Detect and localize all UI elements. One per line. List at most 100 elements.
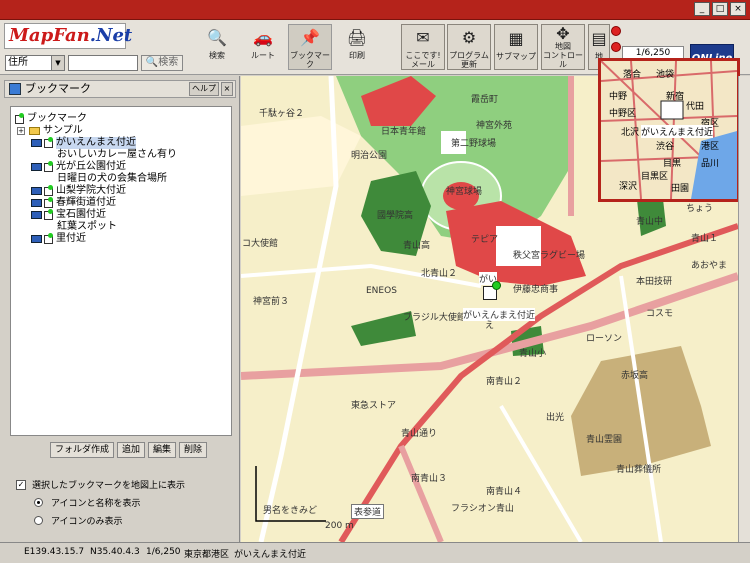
minimap-label: 落合 xyxy=(623,70,642,80)
map-label: 伊藤忠商事 xyxy=(513,285,559,295)
tree-item[interactable]: 山梨学院大付近 xyxy=(15,184,227,197)
map-label: 青山中 xyxy=(636,217,664,227)
book-icon xyxy=(31,163,42,171)
map-label: 赤坂高 xyxy=(621,371,649,381)
minimap-label: 北沢 xyxy=(621,128,640,138)
search-type-select[interactable]: 住所 ▼ xyxy=(5,55,65,71)
flag-icon xyxy=(44,184,53,196)
minimap-label: 目黒区 xyxy=(641,172,669,182)
minimap-label: 目黒 xyxy=(663,159,682,169)
radio-icon[interactable] xyxy=(34,516,43,525)
map-label: 出光 xyxy=(546,413,565,423)
map-label: ちょう xyxy=(686,204,714,214)
toolbar-bookmark-button[interactable]: 📌 ブックマーク xyxy=(288,24,332,70)
map-label: 青山通り xyxy=(401,429,438,439)
tree-folder-sample[interactable]: + サンプル xyxy=(15,125,227,137)
map-label: 青山１ xyxy=(691,234,719,244)
toolbar-mail-button[interactable]: ✉ ここです! メール xyxy=(401,24,445,70)
zoom-out-dot-icon[interactable] xyxy=(611,42,621,52)
flag-icon xyxy=(44,232,53,244)
block-area xyxy=(241,116,361,196)
status-longitude: E139.43.15.7 xyxy=(24,547,85,557)
tree-item[interactable]: がいえんまえ付近 xyxy=(15,136,227,149)
map-label: 本田技研 xyxy=(636,277,673,287)
minimize-button[interactable]: _ xyxy=(694,2,710,16)
overview-minimap[interactable]: 落合 池袋 中野 新宿 中野区 代田 渋谷 北沢 目黒区 深沢 品川 目黒 田園… xyxy=(598,58,740,202)
map-label: テピア xyxy=(471,235,499,245)
toolbar-update-button[interactable]: ⚙ プログラム 更新 xyxy=(447,24,491,70)
road xyxy=(398,444,444,542)
map-label: 青山葬儀所 xyxy=(616,465,662,475)
minimap-label: 新宿 xyxy=(666,92,685,102)
map-label: 東急ストア xyxy=(351,401,397,411)
checkbox-icon[interactable]: ✓ xyxy=(16,479,26,490)
toolbar-print-button[interactable]: 🖨 印刷 xyxy=(340,24,374,70)
edit-bookmark-button[interactable]: 編集 xyxy=(148,442,177,458)
map-label: 青山高 xyxy=(403,241,431,251)
minimap-label: 中野区 xyxy=(609,109,637,119)
search-button[interactable]: 🔍検索 xyxy=(141,55,183,71)
add-bookmark-button[interactable]: 追加 xyxy=(117,442,146,458)
flag-icon xyxy=(44,196,53,208)
radio-icon-and-name[interactable]: アイコンと名称を表示 xyxy=(34,496,141,509)
zoom-in-dot-icon[interactable] xyxy=(611,26,621,36)
map-label: コ大使館 xyxy=(242,239,279,249)
map-label: 霞岳町 xyxy=(471,95,499,105)
radio-icon-only[interactable]: アイコンのみ表示 xyxy=(34,514,123,527)
green-ball-icon xyxy=(492,281,501,290)
map-label: コスモ xyxy=(646,309,674,319)
toolbar-submap-button[interactable]: ▦ サブマップ xyxy=(494,24,538,70)
search-input[interactable] xyxy=(68,55,138,71)
expand-icon[interactable]: + xyxy=(17,127,25,135)
map-label: 國學院高 xyxy=(377,211,414,221)
bookmark-pin-icon[interactable] xyxy=(483,281,501,300)
tree-item[interactable]: 春輝街道付近 xyxy=(15,196,227,209)
help-button[interactable]: ヘルプ xyxy=(189,82,219,96)
toolbar-map-control-button[interactable]: ✥ 地図 コントロール xyxy=(541,24,585,70)
tree-item[interactable]: 宝石園付近 xyxy=(15,208,227,221)
panel-title: ブックマーク xyxy=(25,82,91,95)
tree-root[interactable]: ブックマーク xyxy=(15,112,227,125)
map-label: 北青山２ xyxy=(421,269,458,279)
mapfan-logo: MapFan.Net xyxy=(4,23,132,49)
mail-icon: ✉ xyxy=(416,28,430,47)
minimap-pin-label: がいえんまえ付近 xyxy=(641,125,714,138)
chevron-down-icon: ▼ xyxy=(51,56,64,70)
book-icon xyxy=(31,199,42,207)
close-window-button[interactable]: × xyxy=(730,2,746,16)
radio-selected-icon[interactable] xyxy=(34,498,43,507)
create-folder-button[interactable]: フォルダ作成 xyxy=(50,442,115,458)
show-on-map-checkbox[interactable]: ✓ 選択したブックマークを地図上に表示 xyxy=(16,478,185,491)
tree-item[interactable]: 里付近 xyxy=(15,232,227,245)
toolbar-route-button[interactable]: 🚗 ルート xyxy=(245,24,281,70)
minimap-label: 品川 xyxy=(701,159,720,169)
vertical-scrollbar[interactable] xyxy=(738,76,750,542)
title-bar: _ □ × xyxy=(0,0,750,20)
folder-icon xyxy=(29,127,40,135)
map-label: 第二野球場 xyxy=(451,139,497,149)
map-label: 表参道 xyxy=(351,504,385,519)
flag-icon xyxy=(44,160,53,172)
minimap-label: 代田 xyxy=(686,102,705,112)
toolbar-search-button[interactable]: 🔍 検索 xyxy=(200,24,234,70)
map-label: 明治公園 xyxy=(351,151,388,161)
flag-icon xyxy=(44,208,53,220)
window-controls: _ □ × xyxy=(694,2,746,16)
maximize-button[interactable]: □ xyxy=(712,2,728,16)
magnifier-icon: 🔍 xyxy=(207,27,227,47)
map-label: 秩父宮ラグビー場 xyxy=(513,251,586,261)
tree-item[interactable]: 光が丘公園付近 xyxy=(15,160,227,173)
map-label: 南青山２ xyxy=(486,377,523,387)
status-latitude: N35.40.4.3 xyxy=(90,547,140,557)
minimap-label: 渋谷 xyxy=(656,142,675,152)
map-label: 日本青年館 xyxy=(381,127,427,137)
map-label: 神宮球場 xyxy=(446,187,483,197)
map-label: 南青山４ xyxy=(486,487,523,497)
scale-label: 200 m xyxy=(325,521,354,531)
status-bookmark: がいえんまえ付近 xyxy=(234,550,307,560)
bookmark-root-icon xyxy=(15,112,24,124)
close-panel-button[interactable]: × xyxy=(221,82,233,96)
delete-bookmark-button[interactable]: 削除 xyxy=(179,442,208,458)
minimap-label: 港区 xyxy=(701,142,720,152)
map-control-icon: ✥ xyxy=(556,23,570,43)
